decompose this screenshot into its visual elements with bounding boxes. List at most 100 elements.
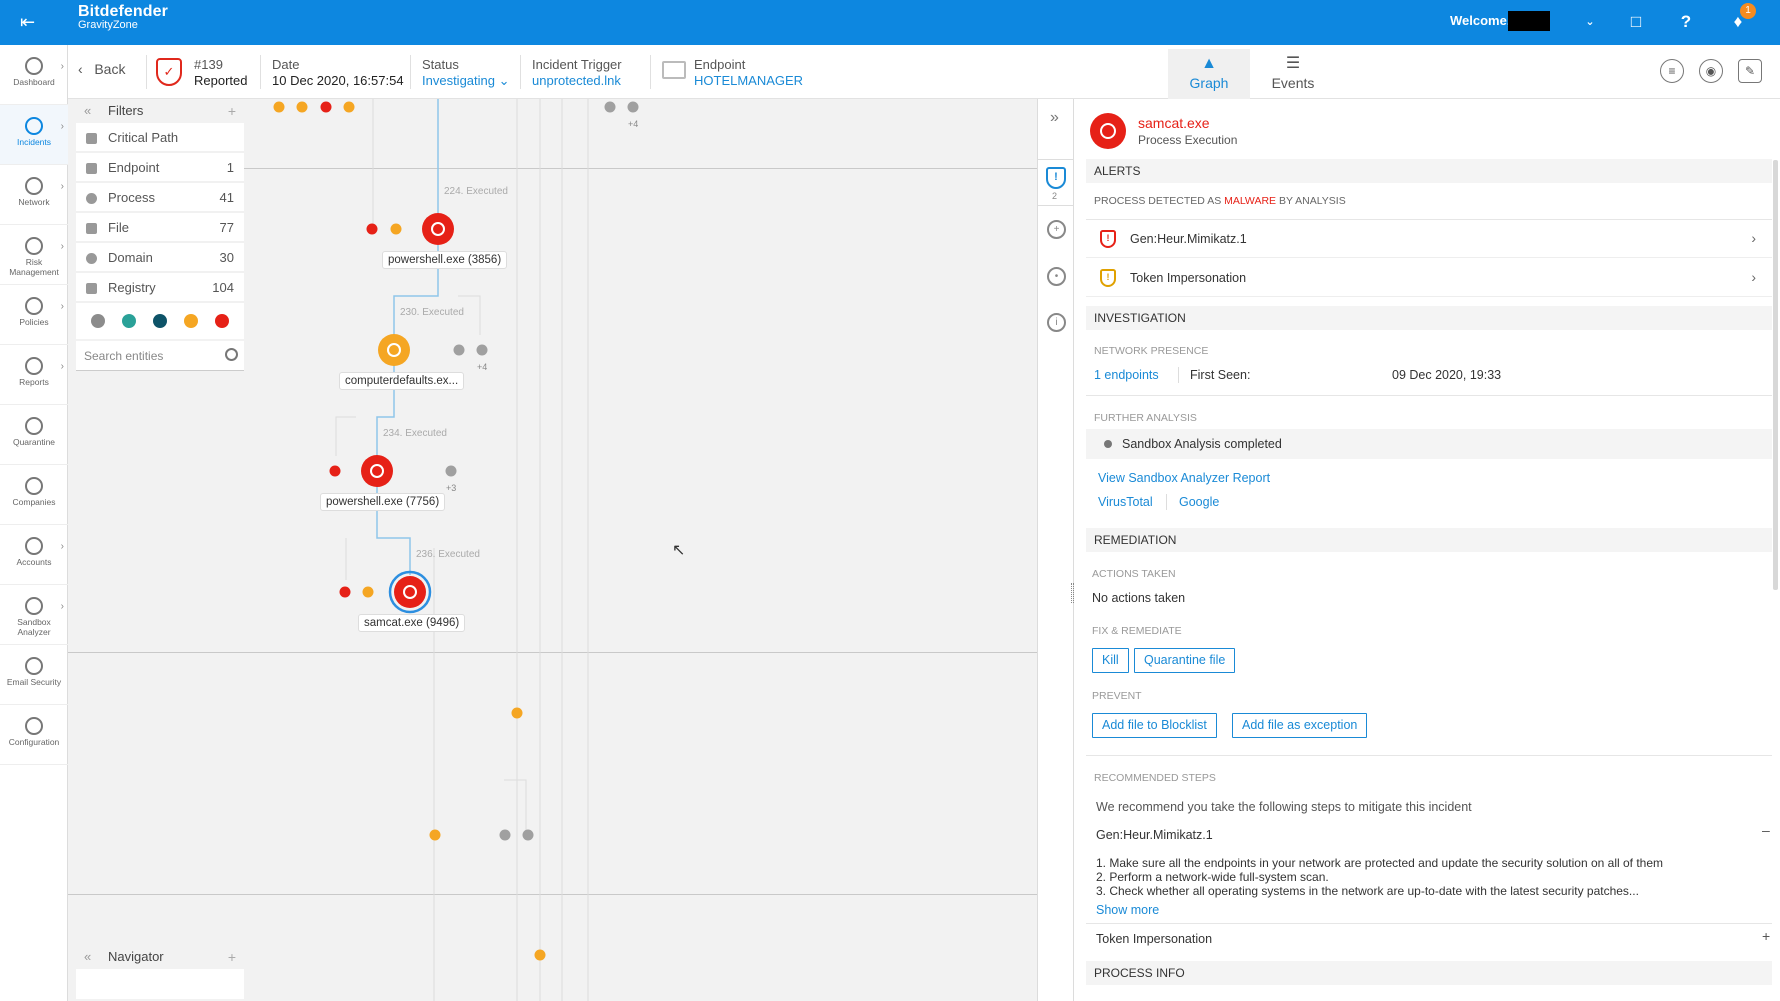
graph-dot	[296, 101, 308, 113]
sandbox-report-link[interactable]: View Sandbox Analyzer Report	[1098, 471, 1270, 485]
section-alerts: ALERTS	[1086, 159, 1772, 183]
virustotal-link[interactable]: VirusTotal	[1098, 495, 1153, 509]
filter-process[interactable]: Process 41	[76, 183, 244, 213]
alert-shield-icon: !	[1100, 269, 1116, 287]
severity-dot-dark[interactable]	[153, 314, 167, 328]
divider	[1038, 159, 1074, 160]
step-1: 1. Make sure all the endpoints in your n…	[1096, 856, 1663, 870]
severity-dot-red[interactable]	[215, 314, 229, 328]
severity-dot-teal[interactable]	[122, 314, 136, 328]
endpoints-link[interactable]: 1 endpoints	[1094, 368, 1159, 382]
recommended-threat-2[interactable]: Token Impersonation	[1096, 932, 1212, 946]
first-seen-value: 09 Dec 2020, 19:33	[1392, 368, 1502, 382]
further-analysis-label: FURTHER ANALYSIS	[1094, 412, 1197, 424]
filter-count: 30	[219, 250, 234, 265]
node-label[interactable]: powershell.exe (7756)	[320, 493, 446, 511]
severity-dot-gray[interactable]	[91, 314, 105, 328]
filter-endpoint[interactable]: Endpoint 1	[76, 153, 244, 183]
more-count: +4	[477, 362, 488, 372]
panel-scrollbar[interactable]	[1773, 160, 1778, 590]
quarantine-file-button[interactable]: Quarantine file	[1134, 648, 1236, 673]
filter-label: Registry	[108, 280, 156, 295]
recommended-threat-1[interactable]: Gen:Heur.Mimikatz.1	[1096, 828, 1213, 842]
alerts-note-malware: MALWARE	[1224, 195, 1277, 207]
section-process-info: PROCESS INFO	[1086, 961, 1772, 985]
node-label[interactable]: samcat.exe (9496)	[358, 614, 466, 632]
graph-dot	[343, 101, 355, 113]
graph-dot	[329, 465, 341, 477]
graph-dot	[511, 707, 523, 719]
actions-taken-label: ACTIONS TAKEN	[1092, 568, 1176, 580]
eye-icon[interactable]: •	[1047, 267, 1066, 286]
expand-plus-icon[interactable]: +	[1762, 928, 1770, 944]
recommended-intro: We recommend you take the following step…	[1096, 800, 1472, 814]
severity-dot-orange[interactable]	[184, 314, 198, 328]
collapse-minus-icon[interactable]: –	[1762, 822, 1770, 838]
filter-file[interactable]: File 77	[76, 213, 244, 243]
navigator-header: « Navigator +	[76, 945, 244, 969]
node-powershell-7756	[361, 455, 393, 487]
info-icon[interactable]: i	[1047, 313, 1066, 332]
divider	[1086, 755, 1772, 756]
filter-label: Critical Path	[108, 130, 179, 145]
add-icon[interactable]: +	[228, 945, 236, 969]
alerts-note-pre: PROCESS DETECTED AS	[1094, 195, 1222, 207]
edge-label: 224. Executed	[444, 186, 508, 197]
step-2: 2. Perform a network-wide full-system sc…	[1096, 870, 1329, 884]
edge-label: 234. Executed	[383, 428, 447, 439]
zoom-icon[interactable]: +	[1047, 220, 1066, 239]
kill-button[interactable]: Kill	[1092, 648, 1129, 673]
panel-toolstrip: » ! 2 + • i	[1037, 99, 1074, 1001]
filter-registry[interactable]: Registry 104	[76, 273, 244, 303]
section-investigation: INVESTIGATION	[1086, 306, 1772, 330]
process-icon	[86, 193, 97, 204]
process-name: samcat.exe	[1138, 115, 1210, 131]
actions-taken-value: No actions taken	[1092, 591, 1186, 605]
graph-dots	[273, 101, 639, 961]
filter-label: Endpoint	[108, 160, 160, 175]
divider	[1086, 923, 1772, 924]
search-icon[interactable]	[225, 348, 238, 361]
filter-label: Process	[108, 190, 155, 205]
alert-shield-icon: !	[1100, 230, 1116, 248]
graph-dot	[499, 829, 511, 841]
add-icon[interactable]: +	[228, 99, 236, 123]
first-seen-label: First Seen:	[1190, 368, 1251, 382]
node-label[interactable]: computerdefaults.ex...	[339, 372, 465, 390]
graph-dot	[522, 829, 534, 841]
collapse-icon[interactable]: «	[84, 945, 91, 969]
search-placeholder: Search entities	[84, 349, 164, 363]
process-subtitle: Process Execution	[1138, 133, 1238, 147]
alert-row-token[interactable]: ! Token Impersonation ›	[1086, 259, 1772, 297]
expand-icon[interactable]: »	[1050, 109, 1059, 127]
graph-dot	[362, 586, 374, 598]
collapse-icon[interactable]: «	[84, 99, 91, 123]
graph-dot	[476, 344, 488, 356]
alerts-shield-icon[interactable]: !	[1046, 167, 1066, 189]
filter-critical-path[interactable]: Critical Path	[76, 123, 244, 153]
show-more-link[interactable]: Show more	[1096, 903, 1159, 917]
edge-label: 230. Executed	[400, 307, 464, 318]
filter-domain[interactable]: Domain 30	[76, 243, 244, 273]
network-presence-label: NETWORK PRESENCE	[1094, 345, 1209, 357]
resize-handle[interactable]	[1071, 583, 1074, 603]
recommended-steps-label: RECOMMENDED STEPS	[1094, 772, 1216, 784]
search-entities-input[interactable]: Search entities	[76, 341, 244, 371]
fix-remediate-label: FIX & REMEDIATE	[1092, 625, 1182, 637]
filters-header: « Filters +	[76, 99, 244, 123]
add-exception-button[interactable]: Add file as exception	[1232, 713, 1368, 738]
node-label[interactable]: powershell.exe (3856)	[382, 251, 508, 269]
process-icon	[1090, 113, 1126, 149]
prevent-label: PREVENT	[1092, 690, 1142, 702]
add-to-blocklist-button[interactable]: Add file to Blocklist	[1092, 713, 1217, 738]
monitor-icon	[86, 163, 97, 174]
alert-row-mimikatz[interactable]: ! Gen:Heur.Mimikatz.1 ›	[1086, 220, 1772, 258]
graph-dot	[339, 586, 351, 598]
alert-count: 2	[1052, 191, 1058, 201]
google-link[interactable]: Google	[1179, 495, 1219, 509]
file-icon	[86, 223, 97, 234]
alert-label: Token Impersonation	[1130, 271, 1247, 285]
node-computerdefaults	[378, 334, 410, 366]
mouse-cursor-icon: ↖	[672, 542, 686, 559]
navigator-minimap[interactable]	[76, 969, 244, 999]
